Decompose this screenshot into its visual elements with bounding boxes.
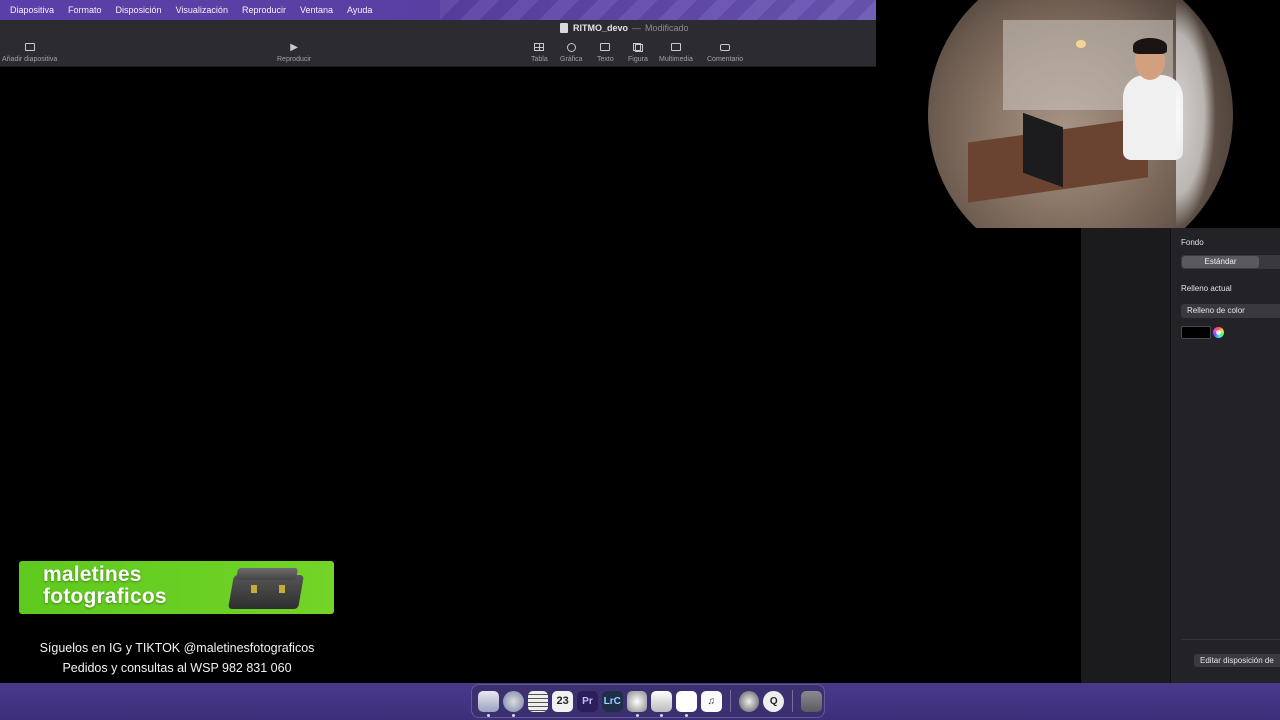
comment-icon bbox=[720, 43, 731, 51]
quicktime-icon[interactable]: Q bbox=[763, 690, 785, 712]
menu-visualizacion[interactable]: Visualización bbox=[176, 5, 228, 15]
title-separator: — bbox=[632, 23, 642, 33]
menu-diapositiva[interactable]: Diapositiva bbox=[10, 5, 54, 15]
media-icon bbox=[670, 43, 681, 51]
inspector-divider bbox=[1181, 639, 1280, 640]
media-label: Multimedia bbox=[659, 56, 693, 63]
menu-ventana[interactable]: Ventana bbox=[300, 5, 333, 15]
format-inspector: Fondo Estándar Relleno actual Relleno de… bbox=[1170, 228, 1280, 683]
color-wheel-icon[interactable] bbox=[1213, 327, 1224, 338]
chart-label: Gráfica bbox=[560, 56, 583, 63]
activity-icon[interactable] bbox=[738, 690, 760, 712]
inspector-gutter bbox=[1081, 228, 1170, 683]
menubar-wallpaper bbox=[440, 0, 876, 20]
comment-label: Comentario bbox=[707, 56, 744, 63]
trash-icon[interactable] bbox=[801, 690, 822, 712]
current-fill-label: Relleno actual bbox=[1181, 284, 1232, 293]
media-button[interactable]: Multimedia bbox=[659, 40, 693, 63]
fill-type-select[interactable]: Relleno de color bbox=[1181, 304, 1280, 318]
table-button[interactable]: Tabla bbox=[531, 40, 548, 63]
play-label: Reproducir bbox=[277, 56, 312, 63]
add-slide-icon bbox=[24, 43, 35, 51]
camera-case-image bbox=[228, 565, 304, 611]
menu-disposicion[interactable]: Disposición bbox=[116, 5, 162, 15]
banner-line-1: maletines bbox=[43, 563, 142, 586]
social-caption: Síguelos en IG y TIKTOK @maletinesfotogr… bbox=[18, 638, 336, 678]
social-line-2: Pedidos y consultas al WSP 982 831 060 bbox=[62, 661, 292, 675]
background-label: Fondo bbox=[1181, 238, 1204, 247]
dock: 23 Pr LrC ♫ Q bbox=[471, 684, 825, 718]
sponsor-banner: maletines fotograficos bbox=[19, 561, 334, 614]
social-line-1: Síguelos en IG y TIKTOK @maletinesfotogr… bbox=[39, 641, 315, 655]
comment-button[interactable]: Comentario bbox=[707, 40, 743, 63]
chart-button[interactable]: Gráfica bbox=[560, 40, 583, 63]
segment-standard[interactable]: Estándar bbox=[1182, 256, 1259, 268]
background-segmented-control[interactable]: Estándar bbox=[1181, 255, 1280, 269]
finder-icon[interactable] bbox=[478, 690, 499, 717]
davinci-icon[interactable] bbox=[626, 690, 648, 717]
menu-bar: Diapositiva Formato Disposición Visualiz… bbox=[0, 0, 876, 20]
text-icon bbox=[600, 43, 611, 51]
table-icon bbox=[534, 43, 545, 51]
shape-button[interactable]: Figura bbox=[628, 40, 648, 63]
banner-line-2: fotograficos bbox=[43, 585, 167, 608]
menu-reproducir[interactable]: Reproducir bbox=[242, 5, 286, 15]
dock-separator bbox=[729, 690, 731, 712]
safari-icon[interactable] bbox=[502, 690, 524, 717]
keynote-toolbar: RITMO_devo — Modificado Añadir diapositi… bbox=[0, 20, 876, 67]
menu-ayuda[interactable]: Ayuda bbox=[347, 5, 372, 15]
document-name: RITMO_devo bbox=[573, 23, 629, 33]
shape-label: Figura bbox=[628, 56, 648, 63]
add-slide-button[interactable]: Añadir diapositiva bbox=[2, 40, 57, 63]
lightroom-icon[interactable]: LrC bbox=[601, 690, 623, 712]
document-status: Modificado bbox=[645, 23, 689, 33]
notes-icon[interactable] bbox=[527, 690, 549, 712]
edit-layout-button[interactable]: Editar disposición de bbox=[1194, 654, 1280, 667]
text-button[interactable]: Texto bbox=[597, 40, 614, 63]
discord-icon[interactable] bbox=[676, 690, 697, 717]
keynote-icon[interactable] bbox=[651, 690, 673, 717]
fill-color-swatch[interactable] bbox=[1181, 326, 1211, 339]
premiere-icon[interactable]: Pr bbox=[577, 690, 598, 712]
text-label: Texto bbox=[597, 56, 614, 63]
music-icon[interactable]: ♫ bbox=[700, 690, 722, 712]
table-label: Tabla bbox=[531, 56, 548, 63]
chart-icon bbox=[566, 42, 576, 52]
calendar-icon[interactable]: 23 bbox=[552, 690, 574, 712]
menu-formato[interactable]: Formato bbox=[68, 5, 102, 15]
dock-separator-2 bbox=[792, 690, 794, 712]
shape-icon bbox=[632, 42, 643, 52]
document-title: RITMO_devo — Modificado bbox=[560, 23, 689, 33]
document-icon bbox=[560, 23, 568, 33]
add-slide-label: Añadir diapositiva bbox=[2, 56, 58, 63]
play-button[interactable]: ▶ Reproducir bbox=[277, 40, 312, 64]
banner-brand: maletines fotograficos bbox=[43, 564, 167, 608]
play-icon: ▶ bbox=[290, 41, 298, 53]
webcam-overlay bbox=[876, 0, 1280, 228]
